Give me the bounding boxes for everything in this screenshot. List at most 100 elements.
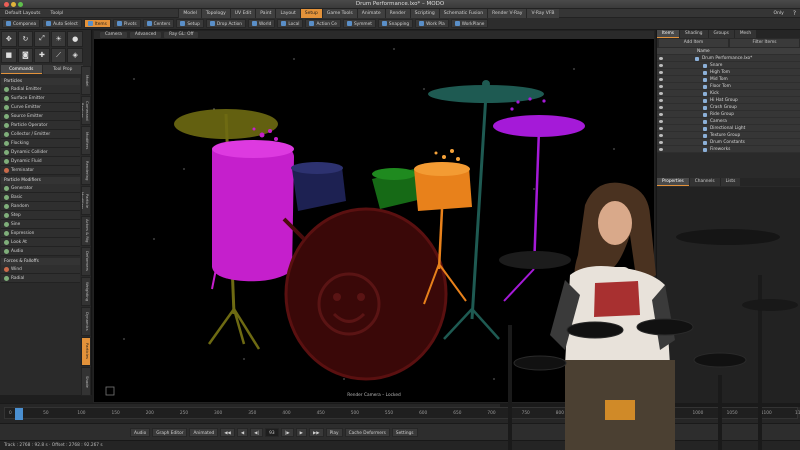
transport-control-4-button[interactable]: ◀ bbox=[236, 427, 249, 437]
toolbar-pivots-button[interactable]: Pivots bbox=[112, 19, 141, 28]
layout-tab-setup[interactable]: Setup bbox=[299, 8, 322, 18]
help-icon[interactable]: ? bbox=[789, 10, 800, 17]
item-row-mid-tom[interactable]: Mid Tom bbox=[657, 76, 800, 83]
section-forces-falloffs[interactable]: Forces & Falloffs bbox=[1, 258, 80, 265]
scale-tool-icon[interactable]: ⤢ bbox=[34, 31, 50, 47]
props-tab-properties[interactable]: Properties bbox=[657, 178, 689, 186]
layout-tab-topology[interactable]: Topology bbox=[200, 8, 230, 18]
command-particle-operator[interactable]: Particle Operator bbox=[1, 121, 80, 130]
left-tab-tool-prop[interactable]: Tool Prop bbox=[42, 65, 83, 74]
item-row-kick[interactable]: Kick bbox=[657, 90, 800, 97]
layout-dropdown[interactable]: Default Layouts bbox=[0, 9, 46, 18]
sphere-icon[interactable]: ● bbox=[67, 31, 83, 47]
command-curve-emitter[interactable]: Curve Emitter bbox=[1, 103, 80, 112]
menu-toolpl[interactable]: Toolpl bbox=[46, 9, 69, 18]
transport-animated-button[interactable]: Animated bbox=[189, 427, 219, 437]
command-radial[interactable]: Radial bbox=[1, 274, 80, 283]
bone-icon[interactable]: ⟋ bbox=[50, 47, 67, 63]
command-flocking[interactable]: Flocking bbox=[1, 139, 80, 148]
item-row-hi-hat-group[interactable]: Hi Hat Group bbox=[657, 97, 800, 104]
command-collector-emitter[interactable]: Collector / Emitter bbox=[1, 130, 80, 139]
command-surface-emitter[interactable]: Surface Emitter bbox=[1, 94, 80, 103]
layout-tab-layout[interactable]: Layout bbox=[275, 8, 300, 18]
visibility-eye-icon[interactable] bbox=[659, 120, 663, 123]
command-random[interactable]: Random bbox=[1, 202, 80, 211]
item-row-high-tom[interactable]: High Tom bbox=[657, 69, 800, 76]
command-radial-emitter[interactable]: Radial Emitter bbox=[1, 85, 80, 94]
current-frame-field[interactable]: 93 bbox=[264, 427, 279, 437]
props-tab-lists[interactable]: Lists bbox=[720, 178, 741, 186]
items-tab-shading[interactable]: Shading bbox=[680, 30, 708, 38]
toolbar-drop-action-button[interactable]: Drop Action bbox=[205, 19, 246, 28]
visibility-eye-icon[interactable] bbox=[659, 64, 663, 67]
viewport-advanced-tab[interactable]: Advanced bbox=[129, 32, 162, 38]
toolbar-componea-button[interactable]: Componea bbox=[2, 19, 41, 28]
items-tab-groups[interactable]: Groups bbox=[708, 30, 734, 38]
section-particles[interactable]: Particles bbox=[1, 78, 80, 85]
add-item-button[interactable]: Add Item bbox=[659, 39, 728, 47]
visibility-eye-icon[interactable] bbox=[659, 85, 663, 88]
vertical-tab-actors-rig[interactable]: Actors & Rig bbox=[81, 216, 91, 246]
layout-tab-v-ray-vfb[interactable]: V-Ray VFB bbox=[526, 8, 559, 18]
toolbar-setup-button[interactable]: Setup bbox=[176, 19, 204, 28]
item-row-snare[interactable]: Snare bbox=[657, 62, 800, 69]
command-wind[interactable]: Wind bbox=[1, 265, 80, 274]
light-icon[interactable]: ☀ bbox=[50, 31, 67, 47]
command-audio[interactable]: Audio bbox=[1, 247, 80, 256]
layout-tab-scripting[interactable]: Scripting bbox=[409, 8, 439, 18]
vertical-tab-model[interactable]: Model bbox=[81, 66, 91, 96]
command-dynamic-fluid[interactable]: Dynamic Fluid bbox=[1, 157, 80, 166]
item-row-ride-group[interactable]: Ride Group bbox=[657, 111, 800, 118]
command-basic[interactable]: Basic bbox=[1, 193, 80, 202]
3d-viewport[interactable]: Camera Advanced Ray GL: Off Render Camer… bbox=[93, 30, 655, 403]
transport-graph-editor-button[interactable]: Graph Editor bbox=[152, 427, 188, 437]
time-marker[interactable] bbox=[15, 408, 23, 420]
items-tab-mesh[interactable]: Mesh bbox=[734, 30, 757, 38]
item-row-drum-performance-lxo[interactable]: Drum Performance.lxo* bbox=[657, 55, 800, 62]
visibility-eye-icon[interactable] bbox=[659, 113, 663, 116]
toolbar-centers-button[interactable]: Centers bbox=[142, 19, 175, 28]
layout-tab-animate[interactable]: Animate bbox=[356, 8, 385, 18]
visibility-eye-icon[interactable] bbox=[659, 127, 663, 130]
layout-tab-uv-edit[interactable]: UV Edit bbox=[229, 8, 256, 18]
command-step[interactable]: Step bbox=[1, 211, 80, 220]
transport-control-5-button[interactable]: ◀| bbox=[250, 427, 263, 437]
viewport-camera-tab[interactable]: Camera bbox=[100, 32, 127, 38]
timeline-track[interactable]: 0 50 100 150 200 250 300 350 400 450 500 550 600 650 7… bbox=[4, 407, 800, 420]
visibility-eye-icon[interactable] bbox=[659, 92, 663, 95]
command-dynamic-collider[interactable]: Dynamic Collider bbox=[1, 148, 80, 157]
vertical-tab-command-regions[interactable]: Command Regions bbox=[81, 96, 91, 126]
section-particle-modifiers[interactable]: Particle Modifiers bbox=[1, 177, 80, 184]
toolbar-work-pla-button[interactable]: Work Pla bbox=[415, 19, 449, 28]
toolbar-snapping-button[interactable]: Snapping bbox=[377, 19, 414, 28]
deformer-icon[interactable]: ◈ bbox=[67, 47, 83, 63]
vertical-tab-particle-modifiers[interactable]: Particle Modifiers bbox=[81, 186, 91, 216]
move-tool-icon[interactable]: ✥ bbox=[1, 31, 17, 47]
rotate-tool-icon[interactable]: ↻ bbox=[17, 31, 34, 47]
vertical-tab-particles[interactable]: Particles bbox=[81, 336, 91, 366]
layout-tab-game-tools[interactable]: Game Tools bbox=[321, 8, 357, 18]
item-row-directional-light[interactable]: Directional Light bbox=[657, 125, 800, 132]
locator-icon[interactable]: ✚ bbox=[34, 47, 50, 63]
layout-tab-model[interactable]: Model bbox=[178, 8, 201, 18]
command-look-at[interactable]: Look At bbox=[1, 238, 80, 247]
vertical-tab-weighting[interactable]: Weighting bbox=[81, 276, 91, 306]
item-row-fireworks[interactable]: Fireworks bbox=[657, 146, 800, 153]
toolbar-world-button[interactable]: World bbox=[248, 19, 276, 28]
vertical-tab-rendering[interactable]: Rendering bbox=[81, 156, 91, 186]
transport-control-9-button[interactable]: ▶▶ bbox=[308, 427, 324, 437]
transport-settings-button[interactable]: Settings bbox=[391, 427, 418, 437]
vertical-tab-dynamics[interactable]: Dynamics bbox=[81, 306, 91, 336]
layout-tab-render-v-ray[interactable]: Render V-Ray bbox=[487, 8, 527, 18]
camera-icon[interactable]: ◙ bbox=[17, 47, 34, 63]
toolbar-auto-select-button[interactable]: Auto Select bbox=[42, 19, 82, 28]
visibility-eye-icon[interactable] bbox=[659, 134, 663, 137]
toolbar-action-ce-button[interactable]: Action Ce bbox=[305, 19, 341, 28]
toolbar-symmet-button[interactable]: Symmet bbox=[342, 19, 376, 28]
layout-tab-render[interactable]: Render bbox=[384, 8, 410, 18]
cube-icon[interactable]: ■ bbox=[1, 47, 17, 63]
transport-control-8-button[interactable]: ▶ bbox=[295, 427, 307, 437]
command-terminator[interactable]: Terminator bbox=[1, 166, 80, 175]
command-expression[interactable]: Expression bbox=[1, 229, 80, 238]
command-sine[interactable]: Sine bbox=[1, 220, 80, 229]
